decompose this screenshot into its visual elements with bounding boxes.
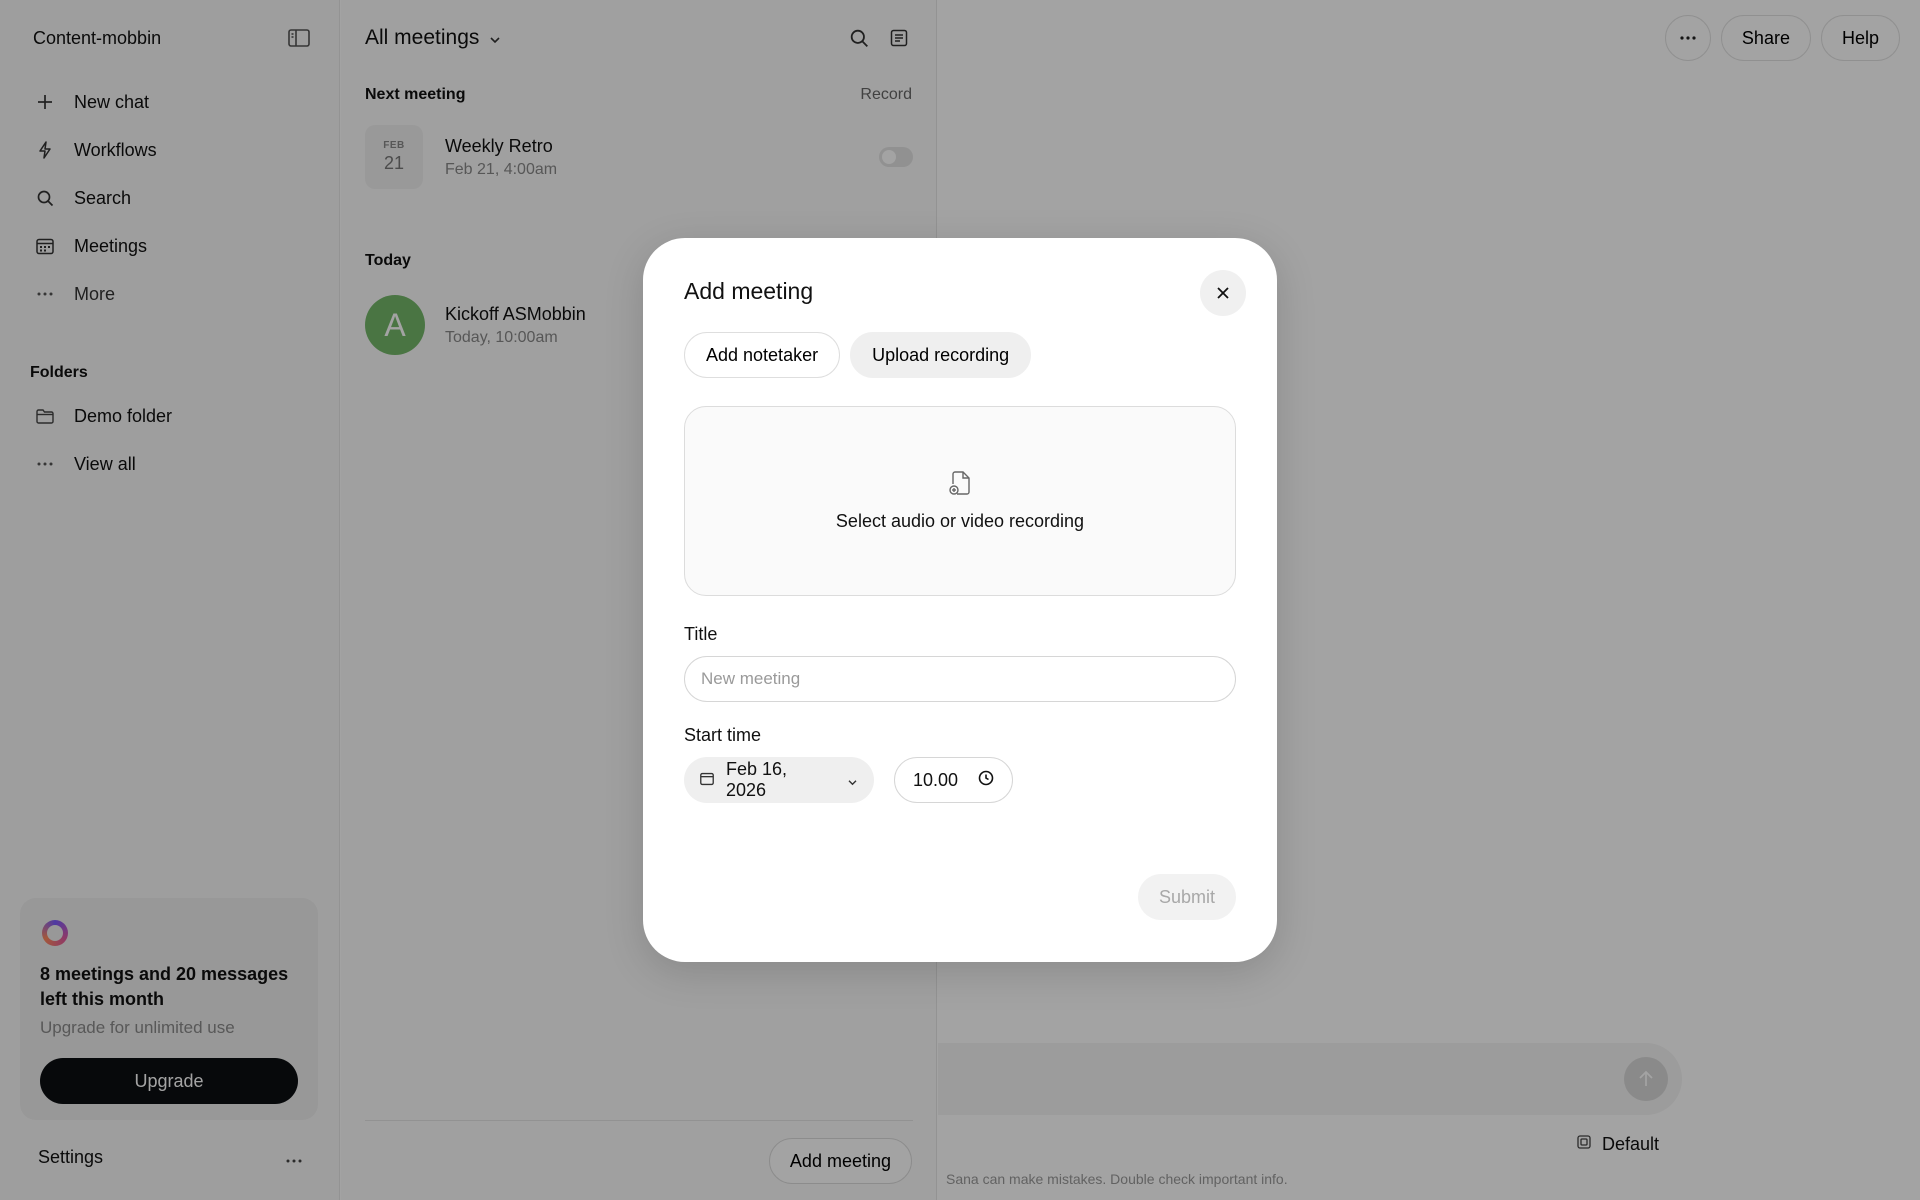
time-input[interactable]: 10.00 bbox=[894, 757, 1013, 803]
date-picker-button[interactable]: Feb 16, 2026 bbox=[684, 757, 874, 803]
close-icon bbox=[1217, 287, 1229, 299]
recording-dropzone[interactable]: Select audio or video recording bbox=[684, 406, 1236, 596]
dialog-title: Add meeting bbox=[684, 278, 814, 304]
close-button[interactable] bbox=[1200, 270, 1246, 316]
title-input[interactable] bbox=[684, 656, 1236, 702]
tab-upload-recording[interactable]: Upload recording bbox=[850, 332, 1032, 378]
start-time-label: Start time bbox=[684, 725, 762, 745]
calendar-icon bbox=[700, 770, 714, 791]
time-value: 10.00 bbox=[913, 769, 959, 790]
file-add-icon bbox=[948, 470, 972, 501]
tab-add-notetaker[interactable]: Add notetaker bbox=[684, 332, 841, 378]
clock-icon bbox=[978, 770, 994, 791]
dropzone-label: Select audio or video recording bbox=[835, 511, 1085, 531]
add-meeting-dialog: Add meeting Add notetaker Upload recordi… bbox=[643, 238, 1277, 962]
dialog-tabs: Add notetaker Upload recording bbox=[684, 332, 1032, 378]
title-label: Title bbox=[684, 624, 718, 644]
submit-button[interactable]: Submit bbox=[1137, 874, 1236, 920]
chevron-down-icon bbox=[847, 770, 858, 791]
date-value: Feb 16, 2026 bbox=[726, 759, 788, 800]
